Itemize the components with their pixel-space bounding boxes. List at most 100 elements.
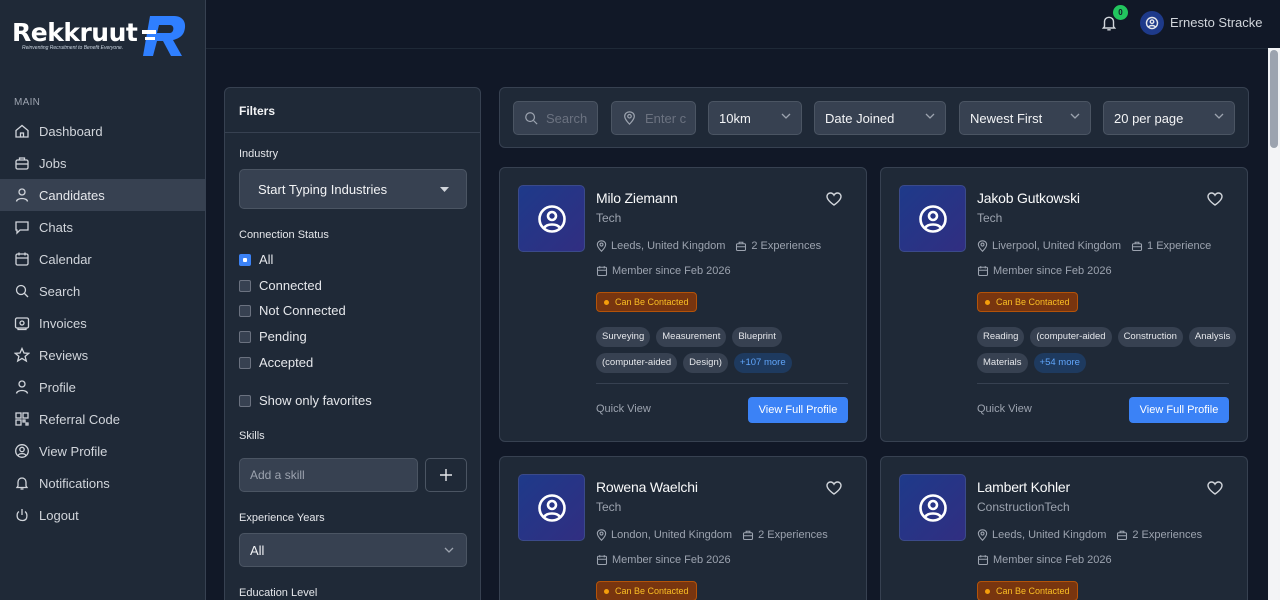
sidebar-item-label: Chats [39,219,73,235]
more-skills-tag[interactable]: +107 more [733,353,792,373]
skill-tag: (computer-aided [1030,327,1112,347]
candidate-name[interactable]: Rowena Waelchi [596,479,698,495]
sidebar-item-referral-code[interactable]: Referral Code [0,403,205,435]
candidate-avatar[interactable] [899,474,966,541]
map-pin-icon [977,240,988,252]
search-input[interactable]: Search [513,101,598,135]
map-pin-icon [624,111,635,125]
sidebar-item-search[interactable]: Search [0,275,205,307]
candidate-location-row: Leeds, United Kingdom 2 Experiences [977,529,1202,541]
scrollbar-thumb[interactable] [1270,50,1278,148]
candidate-avatar[interactable] [518,474,585,541]
favorite-heart-icon[interactable] [1207,192,1223,206]
add-skill-button[interactable] [425,458,467,492]
sidebar-item-label: Logout [39,507,79,523]
sidebar-item-profile[interactable]: Profile [0,371,205,403]
briefcase-icon [1117,530,1128,541]
industry-select[interactable]: Start Typing Industries [239,169,467,209]
per-page-select[interactable]: 20 per page [1103,101,1235,135]
notification-count-badge: 0 [1113,5,1128,20]
calendar-icon [596,555,608,566]
connection-option-pending[interactable]: Pending [239,329,307,344]
checkbox[interactable] [239,356,251,369]
checkbox[interactable] [239,304,251,317]
candidate-member-since: Member since Feb 2026 [993,265,1112,277]
checkbox[interactable] [239,394,251,407]
sidebar-item-label: Search [39,283,81,299]
sidebar-item-reviews[interactable]: Reviews [0,339,205,371]
candidate-card[interactable]: Jakob Gutkowski Tech Liverpool, United K… [880,167,1248,442]
location-input[interactable]: Enter c [611,101,696,135]
radio-checked[interactable] [239,253,251,266]
candidate-name[interactable]: Jakob Gutkowski [977,190,1080,206]
user-circle-icon [537,493,566,522]
user-avatar[interactable] [1140,11,1164,35]
user-name[interactable]: Ernesto Stracke [1170,15,1263,30]
quick-view-link[interactable]: Quick View [596,403,651,415]
favorites-toggle[interactable]: Show only favorites [239,393,372,408]
connection-option-not-connected[interactable]: Not Connected [239,303,346,318]
checkbox[interactable] [239,330,251,343]
checkbox[interactable] [239,279,251,292]
skill-input[interactable]: Add a skill [239,458,418,492]
sidebar-item-candidates[interactable]: Candidates [0,179,205,211]
sidebar-item-label: Jobs [39,155,67,171]
user-icon [15,188,29,202]
sidebar-item-logout[interactable]: Logout [0,499,205,531]
status-label: Can Be Contacted [615,586,689,596]
sort-field-select[interactable]: Date Joined [814,101,946,135]
candidate-avatar[interactable] [518,185,585,252]
candidate-avatar[interactable] [899,185,966,252]
connection-option-all[interactable]: All [239,252,273,267]
sidebar-item-notifications[interactable]: Notifications [0,467,205,499]
favorite-heart-icon[interactable] [826,192,842,206]
nav-section-label: MAIN [14,97,41,108]
status-dot [985,299,990,305]
search-icon [525,112,538,125]
option-label: Connected [259,278,322,293]
candidate-experience: 2 Experiences [1132,529,1203,541]
sort-field-value: Date Joined [825,110,895,126]
calendar-icon [977,555,989,566]
candidate-industry: Tech [977,211,1003,225]
sidebar: Rekkruut Reinventing Recruitment to Bene… [0,0,206,600]
industry-label: Industry [239,148,279,160]
candidate-member-since: Member since Feb 2026 [993,554,1112,566]
candidate-card[interactable]: Rowena Waelchi Tech London, United Kingd… [499,456,867,600]
sidebar-item-jobs[interactable]: Jobs [0,147,205,179]
chevron-down-icon [925,113,935,119]
brand-logo[interactable]: Rekkruut Reinventing Recruitment to Bene… [12,12,192,64]
sidebar-item-dashboard[interactable]: Dashboard [0,115,205,147]
sidebar-item-invoices[interactable]: Invoices [0,307,205,339]
education-level-label: Education Level [239,587,318,599]
view-full-profile-button[interactable]: View Full Profile [1129,397,1229,423]
quick-view-link[interactable]: Quick View [977,403,1032,415]
connection-status-label: Connection Status [239,229,329,241]
status-label: Can Be Contacted [615,297,689,307]
candidate-card[interactable]: Lambert Kohler ConstructionTech Leeds, U… [880,456,1248,600]
sidebar-item-view-profile[interactable]: View Profile [0,435,205,467]
location-placeholder: Enter c [645,110,687,126]
map-pin-icon [977,529,988,541]
connection-option-connected[interactable]: Connected [239,278,322,293]
sidebar-item-chats[interactable]: Chats [0,211,205,243]
chat-icon [15,221,29,235]
skill-tag: Reading [977,327,1025,347]
radius-select[interactable]: 10km [708,101,802,135]
connection-option-accepted[interactable]: Accepted [239,355,313,370]
candidate-card[interactable]: Milo Ziemann Tech Leeds, United Kingdom … [499,167,867,442]
sort-order-select[interactable]: Newest First [959,101,1091,135]
home-icon [15,124,29,138]
favorite-heart-icon[interactable] [1207,481,1223,495]
user-icon [15,380,29,394]
view-full-profile-button[interactable]: View Full Profile [748,397,848,423]
more-skills-tag[interactable]: +54 more [1033,353,1086,373]
favorite-heart-icon[interactable] [826,481,842,495]
candidate-location-row: London, United Kingdom 2 Experiences [596,529,828,541]
status-badge: Can Be Contacted [977,292,1078,312]
sidebar-nav: Dashboard Jobs Candidates Chats Calendar… [0,115,205,531]
experience-years-select[interactable]: All [239,533,467,567]
candidate-name[interactable]: Milo Ziemann [596,190,678,206]
candidate-name[interactable]: Lambert Kohler [977,479,1070,495]
sidebar-item-calendar[interactable]: Calendar [0,243,205,275]
